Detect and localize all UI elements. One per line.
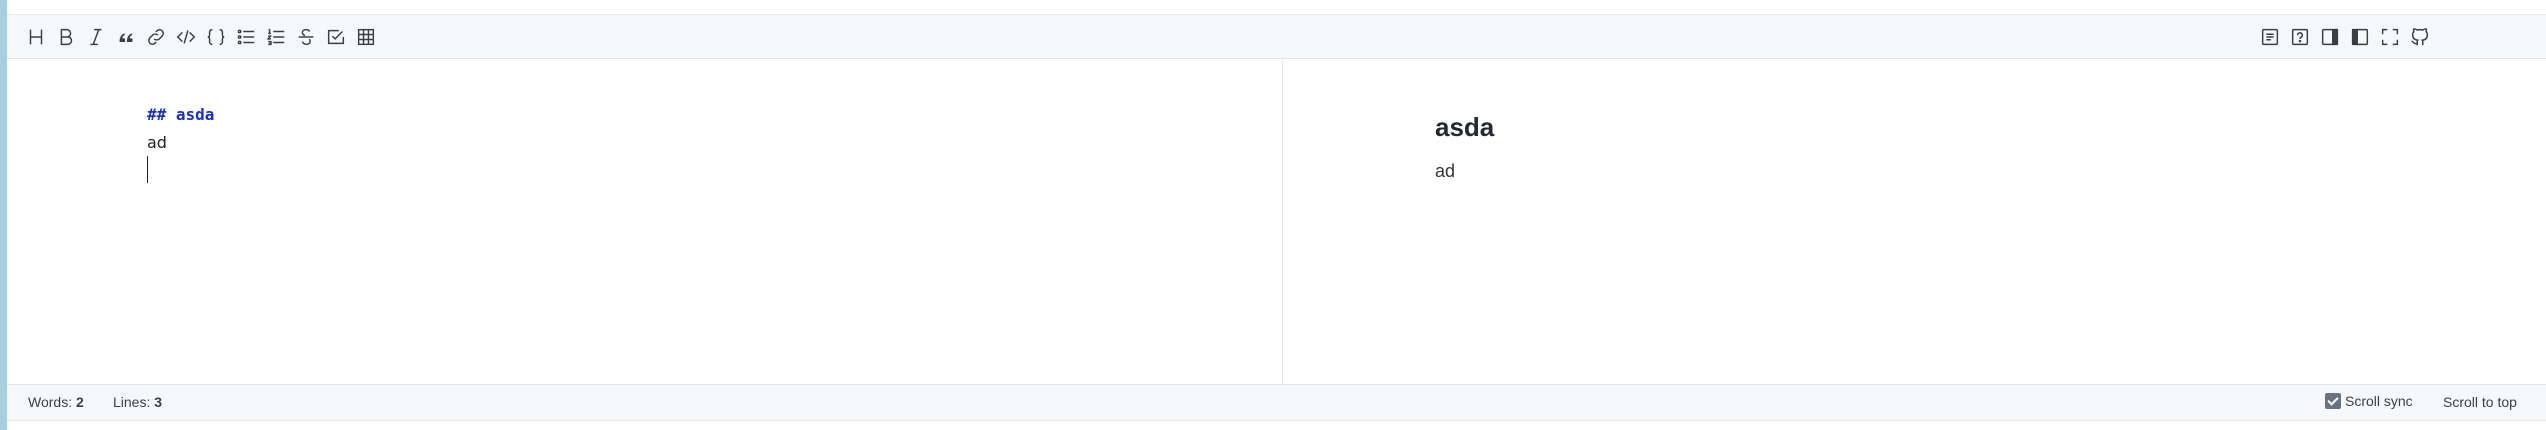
source-pane[interactable]: ## asda ad — [7, 59, 1283, 384]
scroll-sync-toggle[interactable]: Scroll sync — [2325, 393, 2413, 409]
inline-code-button[interactable] — [170, 21, 202, 53]
code-area[interactable]: ## asda ad — [147, 101, 214, 185]
help-icon — [2291, 28, 2309, 46]
table-icon — [357, 28, 375, 46]
editor-pane-icon — [2351, 28, 2369, 46]
unordered-list-icon — [237, 29, 255, 45]
preview-pane: asda ad — [1283, 59, 2546, 384]
bold-button[interactable] — [50, 21, 82, 53]
word-count-label: Words: — [28, 394, 73, 410]
link-icon — [148, 29, 164, 45]
fullscreen-icon — [2381, 28, 2399, 46]
help-button[interactable] — [2284, 21, 2316, 53]
markdown-editor: ## asda ad asda ad Words: 2 Lines: 3 Scr… — [7, 14, 2546, 421]
scroll-sync-checkbox[interactable] — [2325, 393, 2341, 409]
line-count-label: Lines: — [113, 394, 151, 410]
bold-icon — [60, 28, 73, 46]
ordered-list-button[interactable] — [260, 21, 292, 53]
strikethrough-button[interactable] — [290, 21, 322, 53]
preview-content: asda ad — [1435, 109, 1494, 183]
code-line-1: ## asda — [147, 105, 215, 124]
toolbar — [7, 15, 2546, 59]
write-mode-button[interactable] — [2254, 21, 2286, 53]
italic-button[interactable] — [80, 21, 112, 53]
table-button[interactable] — [350, 21, 382, 53]
github-icon — [2411, 28, 2429, 46]
code-block-button[interactable] — [200, 21, 232, 53]
braces-icon — [207, 28, 225, 46]
quote-button[interactable] — [110, 21, 142, 53]
strikethrough-icon — [298, 28, 314, 46]
code-line-2: ad — [147, 133, 167, 152]
scroll-to-top-button[interactable]: Scroll to top — [2443, 394, 2517, 410]
line-count: Lines: 3 — [113, 394, 162, 410]
preview-paragraph: ad — [1435, 161, 1456, 181]
app-frame: ## asda ad asda ad Words: 2 Lines: 3 Scr… — [0, 0, 2546, 430]
heading-button[interactable] — [20, 21, 52, 53]
word-count-value: 2 — [75, 394, 84, 410]
window-edge — [0, 0, 7, 430]
status-bar: Words: 2 Lines: 3 Scroll sync Scroll to … — [7, 384, 2546, 420]
word-count: Words: 2 — [28, 394, 84, 410]
github-button[interactable] — [2404, 21, 2436, 53]
preview-pane-icon — [2321, 28, 2339, 46]
italic-icon — [90, 28, 102, 46]
heading-icon — [29, 29, 43, 45]
checkbox-icon — [327, 29, 345, 45]
link-button[interactable] — [140, 21, 172, 53]
editor-only-button[interactable] — [2344, 21, 2376, 53]
quote-icon — [119, 33, 133, 43]
fullscreen-button[interactable] — [2374, 21, 2406, 53]
scroll-sync-label: Scroll sync — [2345, 393, 2413, 409]
preview-only-button[interactable] — [2314, 21, 2346, 53]
text-cursor — [147, 156, 148, 183]
unordered-list-button[interactable] — [230, 21, 262, 53]
preview-heading: asda — [1435, 112, 1495, 142]
code-icon — [176, 30, 196, 44]
task-list-button[interactable] — [320, 21, 352, 53]
line-count-value: 3 — [154, 394, 163, 410]
ordered-list-icon — [266, 28, 285, 46]
document-icon — [2261, 28, 2279, 46]
